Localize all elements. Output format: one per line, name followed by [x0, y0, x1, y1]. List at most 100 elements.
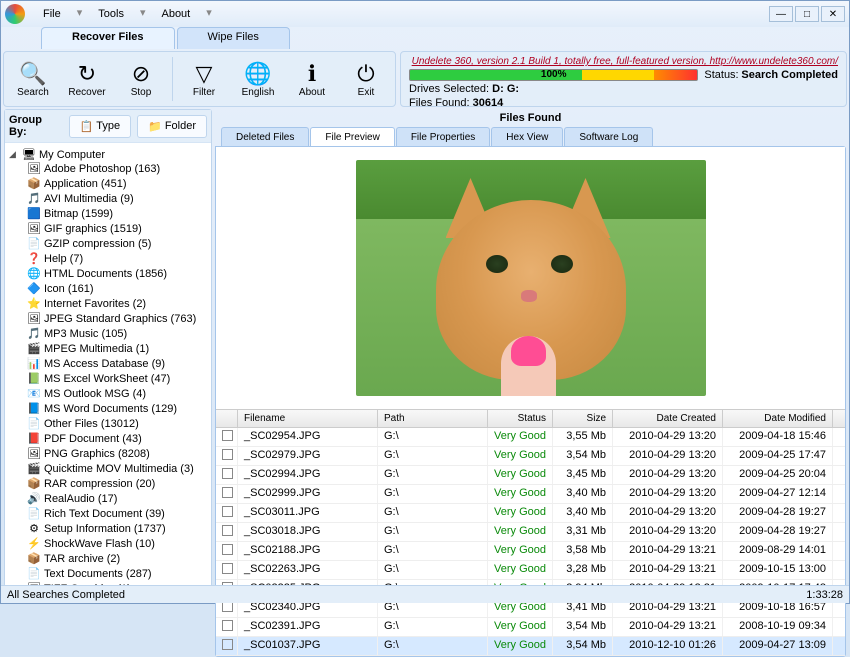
exit-button[interactable]: ⏻Exit [341, 54, 391, 104]
tree-item-label: JPEG Standard Graphics (763) [44, 312, 196, 327]
window-maximize-button[interactable]: □ [795, 6, 819, 22]
row-checkbox[interactable] [222, 525, 233, 536]
tab-recover-files[interactable]: Recover Files [41, 27, 175, 49]
cell-date-created: 2010-04-29 13:21 [613, 618, 723, 636]
cell-status: Very Good [488, 561, 553, 579]
about-button[interactable]: ℹAbout [287, 54, 337, 104]
row-checkbox[interactable] [222, 563, 233, 574]
cell-filename: _SC02954.JPG [238, 428, 378, 446]
window-close-button[interactable]: ✕ [821, 6, 845, 22]
table-row[interactable]: _SC01037.JPGG:\Very Good3,54 Mb2010-12-1… [216, 637, 845, 656]
table-row[interactable]: _SC03018.JPGG:\Very Good3,31 Mb2010-04-2… [216, 523, 845, 542]
tree-item[interactable]: 📕PDF Document (43) [9, 432, 207, 447]
col-filename[interactable]: Filename [238, 410, 378, 427]
tree-item[interactable]: 🎵MP3 Music (105) [9, 327, 207, 342]
table-row[interactable]: _SC03011.JPGG:\Very Good3,40 Mb2010-04-2… [216, 504, 845, 523]
tree-item[interactable]: ⚡ShockWave Flash (10) [9, 537, 207, 552]
collapse-icon[interactable]: ◢ [9, 149, 19, 160]
tree-item[interactable]: 📦RAR compression (20) [9, 477, 207, 492]
cell-date-modified: 2009-04-27 12:14 [723, 485, 833, 503]
col-path[interactable]: Path [378, 410, 488, 427]
filter-button[interactable]: ▽Filter [179, 54, 229, 104]
tree-item[interactable]: 🎬MPEG Multimedia (1) [9, 342, 207, 357]
search-button[interactable]: 🔍Search [8, 54, 58, 104]
tree-item[interactable]: 📗MS Excel WorkSheet (47) [9, 372, 207, 387]
row-checkbox[interactable] [222, 506, 233, 517]
tree-item[interactable]: 🌐HTML Documents (1856) [9, 267, 207, 282]
tree-item[interactable]: 🖼PNG Graphics (8208) [9, 447, 207, 462]
tree-root-item[interactable]: ◢ 🖥 My Computer [9, 147, 207, 162]
tree-item[interactable]: 🟦Bitmap (1599) [9, 207, 207, 222]
group-by-bar: Group By: 📋Type 📁Folder [5, 110, 211, 143]
cell-path: G:\ [378, 561, 488, 579]
tree-item[interactable]: 🎬Quicktime MOV Multimedia (3) [9, 462, 207, 477]
tree-item[interactable]: 🖼GIF graphics (1519) [9, 222, 207, 237]
menu-file[interactable]: File [33, 6, 71, 22]
window-minimize-button[interactable]: — [769, 6, 793, 22]
col-status[interactable]: Status [488, 410, 553, 427]
filetype-icon: 📕 [27, 433, 41, 447]
tree-item[interactable]: 📄Rich Text Document (39) [9, 507, 207, 522]
tree-item-label: Quicktime MOV Multimedia (3) [44, 462, 194, 477]
progress-bar: 100% [409, 69, 698, 81]
file-grid[interactable]: Filename Path Status Size Date Created D… [216, 409, 845, 656]
row-checkbox[interactable] [222, 468, 233, 479]
filetype-tree[interactable]: ◢ 🖥 My Computer 🖼Adobe Photoshop (163)📦A… [5, 143, 211, 586]
table-row[interactable]: _SC02954.JPGG:\Very Good3,55 Mb2010-04-2… [216, 428, 845, 447]
row-checkbox[interactable] [222, 449, 233, 460]
tree-item[interactable]: 🖼JPEG Standard Graphics (763) [9, 312, 207, 327]
language-button[interactable]: 🌐English [233, 54, 283, 104]
tree-item[interactable]: ❓Help (7) [9, 252, 207, 267]
row-checkbox[interactable] [222, 430, 233, 441]
col-date-created[interactable]: Date Created [613, 410, 723, 427]
tree-item[interactable]: 📄Other Files (13012) [9, 417, 207, 432]
tree-item[interactable]: 📦TAR archive (2) [9, 552, 207, 567]
row-checkbox[interactable] [222, 544, 233, 555]
table-row[interactable]: _SC02188.JPGG:\Very Good3,58 Mb2010-04-2… [216, 542, 845, 561]
col-date-modified[interactable]: Date Modified [723, 410, 833, 427]
tree-item-label: MP3 Music (105) [44, 327, 127, 342]
tree-item-label: Application (451) [44, 177, 127, 192]
row-checkbox[interactable] [222, 487, 233, 498]
tab-deleted-files[interactable]: Deleted Files [221, 127, 309, 147]
filetype-icon: 🎬 [27, 463, 41, 477]
col-size[interactable]: Size [553, 410, 613, 427]
tree-item[interactable]: 📄GZIP compression (5) [9, 237, 207, 252]
tab-file-preview[interactable]: File Preview [310, 127, 394, 147]
globe-icon: 🌐 [244, 61, 271, 87]
tab-software-log[interactable]: Software Log [564, 127, 653, 147]
titlebar: File▾ Tools▾ About▾ — □ ✕ [1, 1, 849, 27]
tree-item[interactable]: 🖼Adobe Photoshop (163) [9, 162, 207, 177]
tree-item[interactable]: 🎵AVI Multimedia (9) [9, 192, 207, 207]
cell-size: 3,55 Mb [553, 428, 613, 446]
tree-item[interactable]: 📄Text Documents (287) [9, 567, 207, 582]
menu-tools[interactable]: Tools [88, 6, 134, 22]
row-checkbox[interactable] [222, 620, 233, 631]
cell-filename: _SC03011.JPG [238, 504, 378, 522]
filetype-icon: 🖼 [27, 448, 41, 462]
group-by-type-button[interactable]: 📋Type [69, 115, 132, 138]
banner-link[interactable]: Undelete 360, version 2.1 Build 1, total… [409, 56, 838, 67]
tree-item[interactable]: 📧MS Outlook MSG (4) [9, 387, 207, 402]
table-row[interactable]: _SC02391.JPGG:\Very Good3,54 Mb2010-04-2… [216, 618, 845, 637]
table-row[interactable]: _SC02994.JPGG:\Very Good3,45 Mb2010-04-2… [216, 466, 845, 485]
table-row[interactable]: _SC02979.JPGG:\Very Good3,54 Mb2010-04-2… [216, 447, 845, 466]
menu-about[interactable]: About [151, 6, 200, 22]
table-row[interactable]: _SC02999.JPGG:\Very Good3,40 Mb2010-04-2… [216, 485, 845, 504]
table-row[interactable]: _SC02263.JPGG:\Very Good3,28 Mb2010-04-2… [216, 561, 845, 580]
tree-item[interactable]: ⭐Internet Favorites (2) [9, 297, 207, 312]
tab-file-properties[interactable]: File Properties [396, 127, 490, 147]
stop-button[interactable]: ⊘Stop [116, 54, 166, 104]
group-by-folder-button[interactable]: 📁Folder [137, 115, 207, 138]
content-tabs: Deleted Files File Preview File Properti… [215, 127, 846, 147]
tab-hex-view[interactable]: Hex View [491, 127, 563, 147]
tree-item[interactable]: 📊MS Access Database (9) [9, 357, 207, 372]
tree-item[interactable]: ⚙Setup Information (1737) [9, 522, 207, 537]
tree-item[interactable]: 🔊RealAudio (17) [9, 492, 207, 507]
tree-item[interactable]: 📘MS Word Documents (129) [9, 402, 207, 417]
row-checkbox[interactable] [222, 639, 233, 650]
tree-item[interactable]: 📦Application (451) [9, 177, 207, 192]
tab-wipe-files[interactable]: Wipe Files [177, 27, 290, 49]
recover-button[interactable]: ↻Recover [62, 54, 112, 104]
tree-item[interactable]: 🔷Icon (161) [9, 282, 207, 297]
